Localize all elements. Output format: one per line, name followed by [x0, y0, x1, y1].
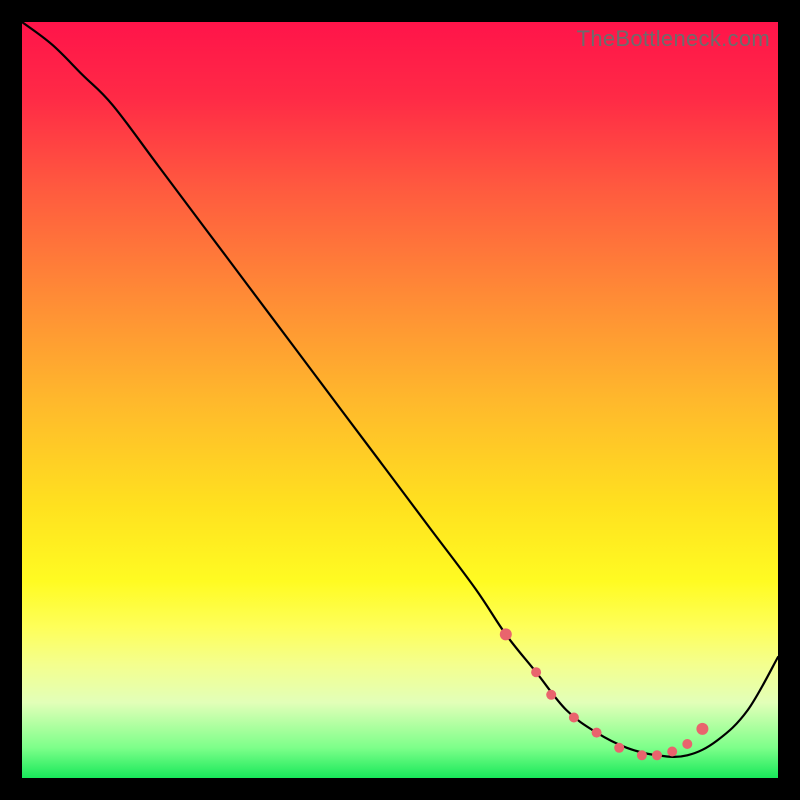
chart-frame: TheBottleneck.com [0, 0, 800, 800]
data-marker [592, 728, 602, 738]
data-marker [637, 750, 647, 760]
data-marker [500, 628, 512, 640]
data-marker [652, 750, 662, 760]
data-marker [667, 747, 677, 757]
plot-area: TheBottleneck.com [22, 22, 778, 778]
data-marker [546, 690, 556, 700]
data-marker [614, 743, 624, 753]
chart-svg [22, 22, 778, 778]
data-marker [696, 723, 708, 735]
data-marker [569, 713, 579, 723]
data-marker [531, 667, 541, 677]
bottleneck-curve [22, 22, 778, 757]
marker-group [500, 628, 709, 760]
data-marker [682, 739, 692, 749]
